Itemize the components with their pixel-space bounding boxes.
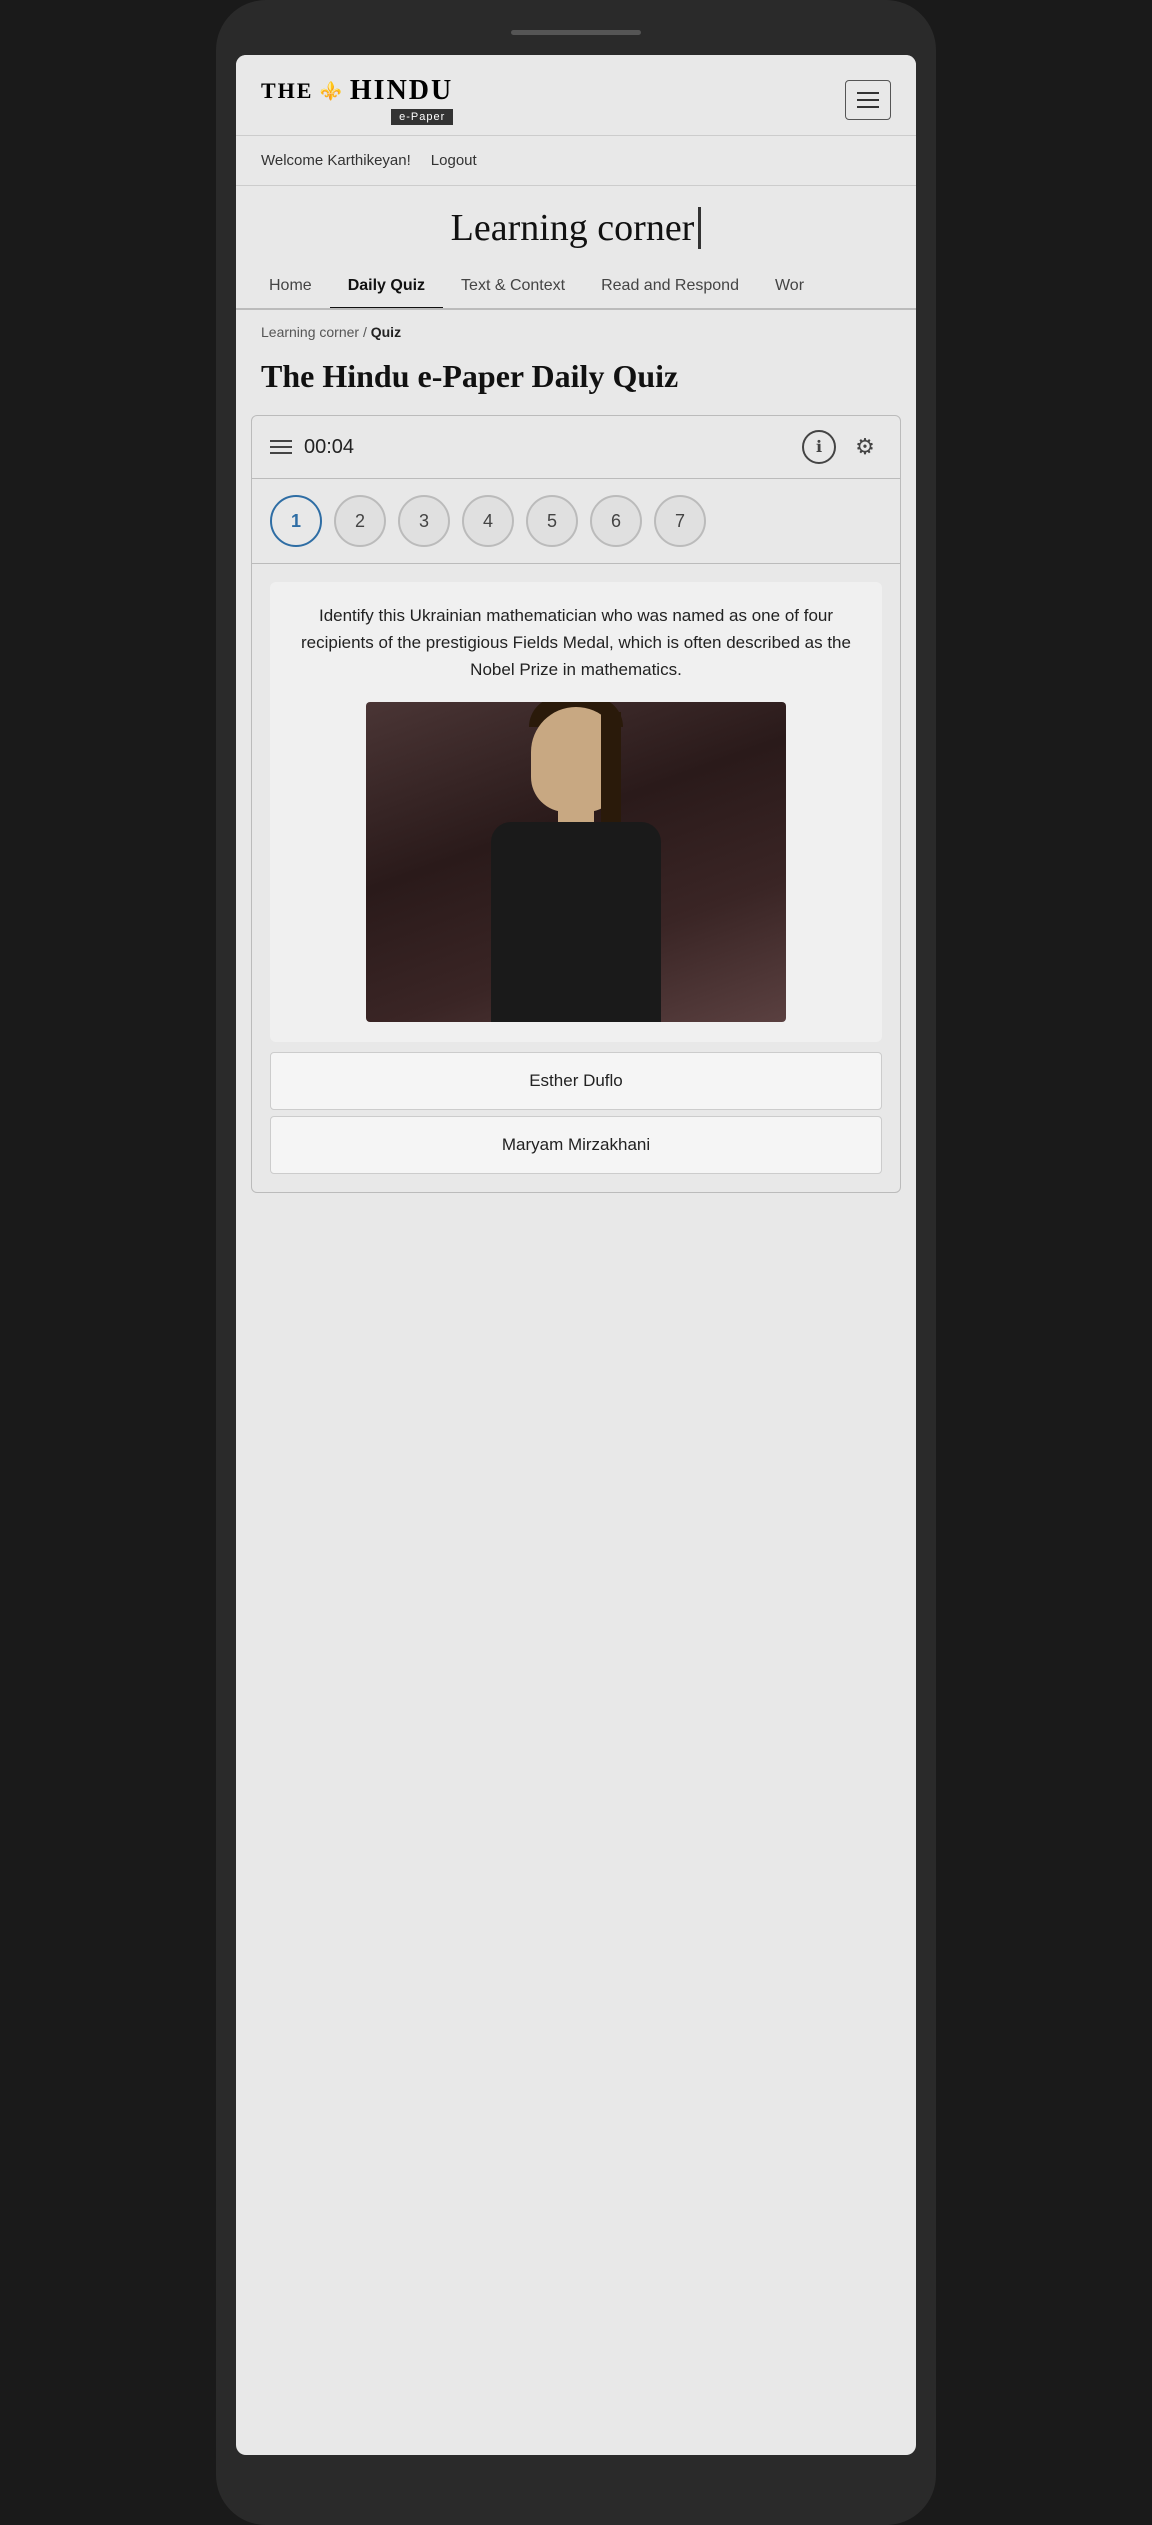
q-hamburger-line-1 [270, 440, 292, 442]
quiz-timer-bar: 00:04 ℹ ⚙ [252, 416, 900, 479]
answer-option-2[interactable]: Maryam Mirzakhani [270, 1116, 882, 1174]
settings-icon[interactable]: ⚙ [848, 430, 882, 464]
logo-the: THE [261, 78, 313, 104]
notch-bar [511, 30, 641, 35]
question-numbers-row: 1 2 3 4 5 6 7 [252, 479, 900, 564]
question-content: Identify this Ukrainian mathematician wh… [270, 582, 882, 1042]
tab-read-respond[interactable]: Read and Respond [583, 265, 757, 310]
breadcrumb-current: Quiz [371, 324, 401, 340]
logo-text: THE ⚜️ HINDU [261, 75, 453, 107]
tab-text-context[interactable]: Text & Context [443, 265, 583, 310]
timer-icons: ℹ ⚙ [802, 430, 882, 464]
answer-option-1[interactable]: Esther Duflo [270, 1052, 882, 1110]
hamburger-line-2 [857, 99, 879, 101]
timer-left: 00:04 [270, 436, 354, 459]
info-icon[interactable]: ℹ [802, 430, 836, 464]
question-image [366, 702, 786, 1022]
epaper-badge: e-Paper [391, 109, 453, 125]
header: THE ⚜️ HINDU e-Paper [236, 55, 916, 136]
learning-corner-title-section: Learning corner [236, 186, 916, 265]
breadcrumb: Learning corner / Quiz [236, 310, 916, 348]
nav-tabs: Home Daily Quiz Text & Context Read and … [236, 265, 916, 310]
question-number-5[interactable]: 5 [526, 495, 578, 547]
quiz-hamburger-icon[interactable] [270, 440, 292, 454]
welcome-text: Welcome Karthikeyan! [261, 152, 411, 169]
tab-daily-quiz[interactable]: Daily Quiz [330, 265, 443, 310]
hamburger-menu-button[interactable] [845, 80, 891, 120]
question-text: Identify this Ukrainian mathematician wh… [290, 602, 862, 684]
q-hamburger-line-2 [270, 446, 292, 448]
answer-options: Esther Duflo Maryam Mirzakhani [270, 1052, 882, 1174]
device-frame: THE ⚜️ HINDU e-Paper Welcome Karthikeyan… [216, 0, 936, 2525]
learning-corner-heading: Learning corner [451, 207, 702, 249]
question-number-3[interactable]: 3 [398, 495, 450, 547]
timer-display: 00:04 [304, 436, 354, 459]
breadcrumb-separator: / [363, 324, 371, 340]
question-number-2[interactable]: 2 [334, 495, 386, 547]
figure-body [491, 822, 661, 1022]
logo-emblem: ⚜️ [319, 81, 343, 102]
question-number-4[interactable]: 4 [462, 495, 514, 547]
hamburger-line-3 [857, 106, 879, 108]
welcome-bar: Welcome Karthikeyan! Logout [236, 136, 916, 186]
quiz-container: 00:04 ℹ ⚙ 1 2 3 4 5 6 7 Identify this Uk… [251, 415, 901, 1193]
hamburger-line-1 [857, 92, 879, 94]
tab-wor[interactable]: Wor [757, 265, 822, 310]
q-hamburger-line-3 [270, 452, 292, 454]
page-title: The Hindu e-Paper Daily Quiz [236, 348, 916, 415]
question-number-6[interactable]: 6 [590, 495, 642, 547]
portrait-figure [476, 722, 676, 1022]
question-number-1[interactable]: 1 [270, 495, 322, 547]
question-number-7[interactable]: 7 [654, 495, 706, 547]
tab-home[interactable]: Home [251, 265, 330, 310]
logo-container: THE ⚜️ HINDU e-Paper [261, 75, 453, 125]
breadcrumb-parent: Learning corner [261, 324, 359, 340]
screen: THE ⚜️ HINDU e-Paper Welcome Karthikeyan… [236, 55, 916, 2455]
logout-link[interactable]: Logout [431, 152, 477, 169]
logo-hindu: HINDU [350, 75, 453, 107]
